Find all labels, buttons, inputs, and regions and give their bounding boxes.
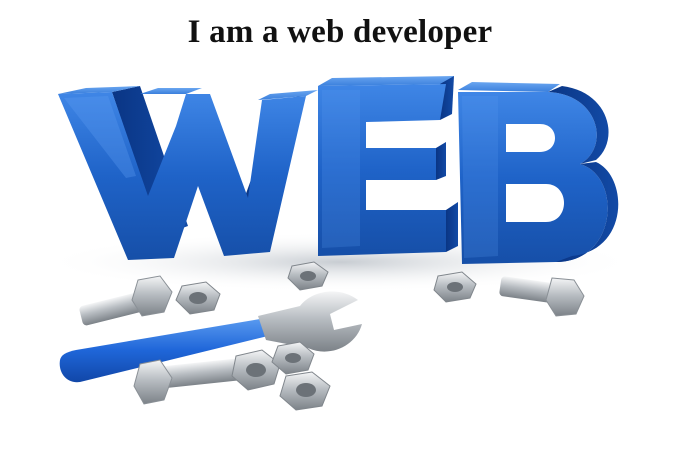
bolt-icon — [499, 276, 585, 317]
nut-icon — [279, 371, 331, 411]
web-tools-illustration — [40, 76, 640, 411]
letter-e — [318, 76, 458, 256]
page: I am a web developer — [0, 0, 680, 459]
letter-b — [458, 82, 619, 264]
bolt-icon — [79, 275, 173, 326]
nut-icon — [231, 349, 281, 391]
bolt-icon — [133, 357, 249, 405]
